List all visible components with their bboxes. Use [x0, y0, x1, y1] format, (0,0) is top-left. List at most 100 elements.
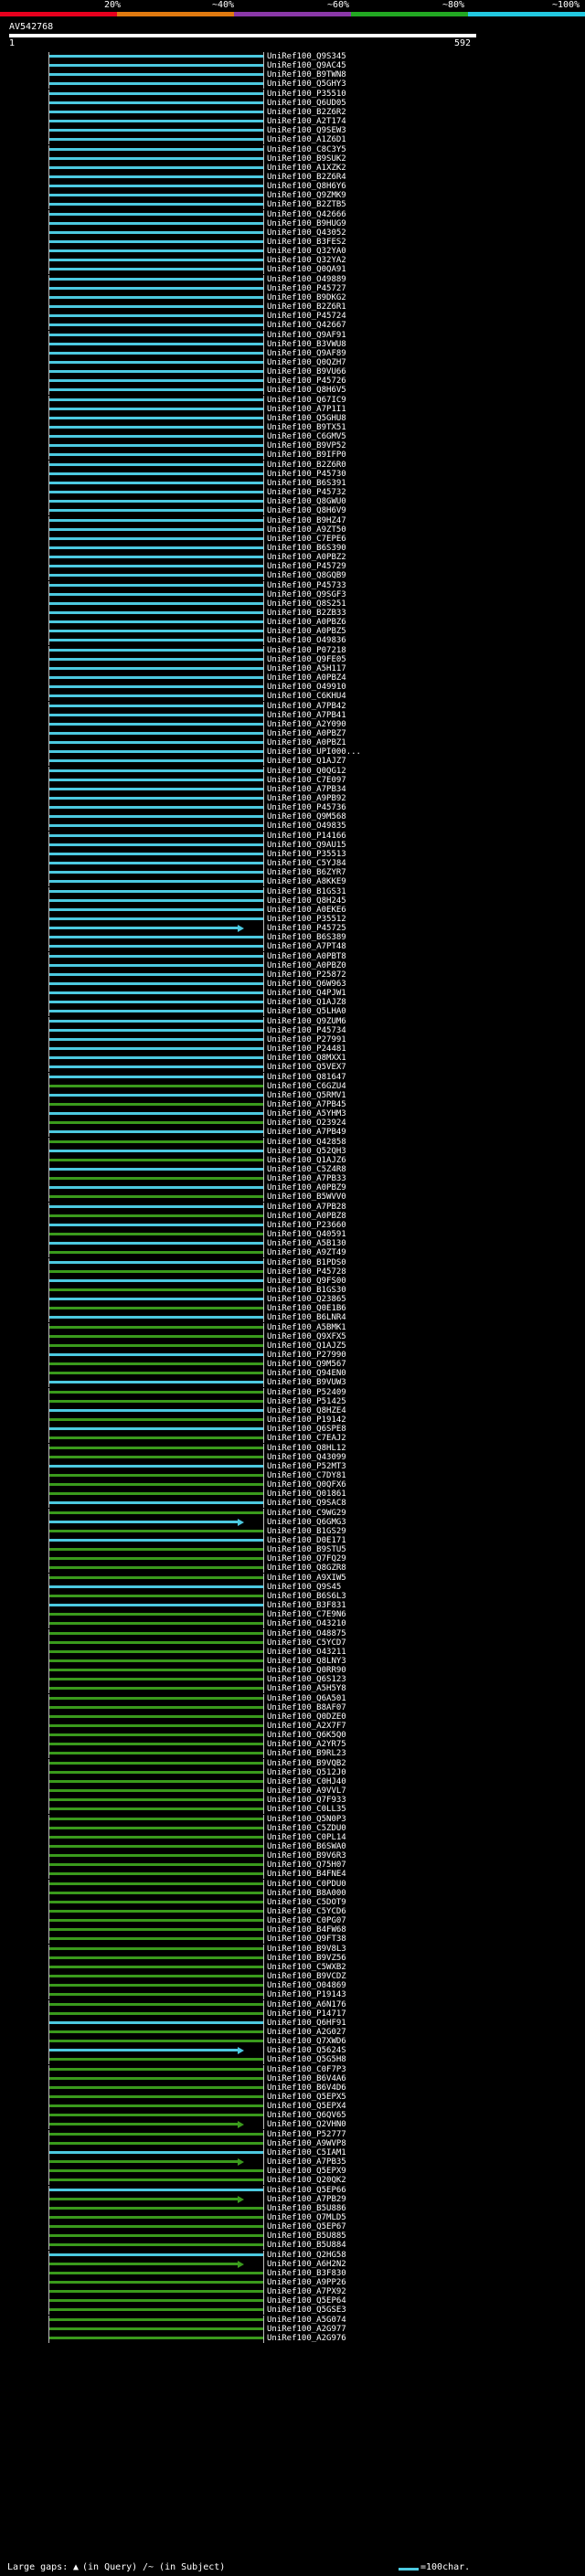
hit-alignment-bar[interactable]: [49, 2225, 263, 2229]
hit-row[interactable]: UniRef100_O49836: [0, 636, 585, 646]
hit-row[interactable]: UniRef100_Q5EPX9: [0, 2167, 585, 2177]
hit-row[interactable]: UniRef100_B6LNR4: [0, 1313, 585, 1323]
hit-alignment-bar[interactable]: [49, 1214, 263, 1217]
hit-alignment-bar[interactable]: [49, 1984, 263, 1988]
hit-row[interactable]: UniRef100_P24481: [0, 1044, 585, 1055]
hit-label-link[interactable]: UniRef100_P52409: [267, 1388, 346, 1397]
hit-alignment-bar[interactable]: [49, 1594, 263, 1597]
hit-row[interactable]: UniRef100_C7E9N6: [0, 1610, 585, 1620]
hit-label-link[interactable]: UniRef100_C5ZDU0: [267, 1824, 346, 1833]
hit-alignment-bar[interactable]: [49, 556, 263, 559]
hit-row[interactable]: UniRef100_Q20QK2: [0, 2176, 585, 2186]
hit-label-link[interactable]: UniRef100_A6N176: [267, 2000, 346, 2009]
hit-label-link[interactable]: UniRef100_Q6GMG3: [267, 1518, 346, 1527]
hit-alignment-bar[interactable]: [49, 1307, 263, 1310]
hit-label-link[interactable]: UniRef100_B6LNR4: [267, 1313, 346, 1322]
hit-label-link[interactable]: UniRef100_Q8H6V5: [267, 386, 346, 395]
hit-label-link[interactable]: UniRef100_Q7MLD5: [267, 2213, 346, 2222]
hit-alignment-bar[interactable]: [49, 1343, 263, 1347]
hit-alignment-bar[interactable]: [49, 1298, 263, 1301]
hit-alignment-bar[interactable]: [49, 1325, 263, 1329]
hit-label-link[interactable]: UniRef100_C7DY81: [267, 1471, 346, 1480]
hit-label-link[interactable]: UniRef100_B6ZYR7: [267, 868, 346, 877]
hit-alignment-bar[interactable]: [49, 82, 263, 86]
hit-label-link[interactable]: UniRef100_B3F831: [267, 1601, 346, 1610]
hit-alignment-bar[interactable]: [49, 444, 263, 448]
hit-label-link[interactable]: UniRef100_C5YJ84: [267, 859, 346, 868]
hit-alignment-bar[interactable]: [49, 1278, 263, 1282]
hit-label-link[interactable]: UniRef100_Q5EPX5: [267, 2093, 346, 2102]
hit-alignment-bar[interactable]: [49, 1381, 263, 1384]
hit-label-link[interactable]: UniRef100_O23924: [267, 1118, 346, 1128]
hit-label-link[interactable]: UniRef100_B8AF07: [267, 1703, 346, 1712]
hit-row[interactable]: UniRef100_Q5RMV1: [0, 1090, 585, 1100]
hit-alignment-bar[interactable]: [49, 1065, 263, 1069]
hit-label-link[interactable]: UniRef100_B9V6R3: [267, 1851, 346, 1860]
hit-label-link[interactable]: UniRef100_Q7XWD6: [267, 2037, 346, 2046]
hit-row[interactable]: UniRef100_A5B130: [0, 1239, 585, 1249]
hit-label-link[interactable]: UniRef100_C9WG29: [267, 1509, 346, 1518]
hit-row[interactable]: UniRef100_A9PP26: [0, 2278, 585, 2287]
hit-alignment-bar[interactable]: [49, 1965, 263, 1968]
hit-alignment-bar[interactable]: [49, 963, 263, 967]
hit-label-link[interactable]: UniRef100_Q6UD05: [267, 99, 346, 108]
hit-alignment-bar[interactable]: [49, 1640, 263, 1644]
hit-label-link[interactable]: UniRef100_A2T174: [267, 117, 346, 126]
hit-alignment-bar[interactable]: [49, 2104, 263, 2108]
hit-row[interactable]: UniRef100_A7PB41: [0, 710, 585, 720]
hit-alignment-bar[interactable]: [49, 398, 263, 401]
hit-row[interactable]: UniRef100_Q6S123: [0, 1675, 585, 1685]
hit-alignment-bar[interactable]: [49, 2299, 263, 2303]
hit-row[interactable]: UniRef100_Q4PJW1: [0, 989, 585, 999]
hit-label-link[interactable]: UniRef100_Q6HF91: [267, 2019, 346, 2028]
hit-label-link[interactable]: UniRef100_P25872: [267, 970, 346, 980]
hit-row[interactable]: UniRef100_A9ZT50: [0, 525, 585, 535]
hit-row[interactable]: UniRef100_B3FES2: [0, 238, 585, 247]
hit-label-link[interactable]: UniRef100_C0F7P3: [267, 2065, 346, 2074]
hit-row[interactable]: UniRef100_P45730: [0, 469, 585, 479]
hit-label-link[interactable]: UniRef100_Q7F933: [267, 1796, 346, 1805]
hit-label-link[interactable]: UniRef100_Q512J0: [267, 1768, 346, 1777]
hit-alignment-bar[interactable]: [49, 750, 263, 754]
hit-alignment-bar[interactable]: [49, 759, 263, 763]
hit-row[interactable]: UniRef100_Q9FE05: [0, 654, 585, 664]
hit-row[interactable]: UniRef100_Q5N0P3: [0, 1814, 585, 1824]
hit-label-link[interactable]: UniRef100_Q5G5H8: [267, 2055, 346, 2064]
hit-row[interactable]: UniRef100_Q0QG12: [0, 766, 585, 776]
hit-alignment-bar[interactable]: [49, 1492, 263, 1496]
hit-alignment-bar[interactable]: [49, 1418, 263, 1422]
hit-label-link[interactable]: UniRef100_Q8GQB9: [267, 571, 346, 580]
hit-alignment-bar[interactable]: [49, 1696, 263, 1700]
hit-row[interactable]: UniRef100_Q6QV65: [0, 2111, 585, 2121]
hit-row[interactable]: UniRef100_Q6UD05: [0, 98, 585, 108]
hit-alignment-bar[interactable]: [49, 1010, 263, 1013]
hit-alignment-bar[interactable]: [49, 1798, 263, 1802]
hit-row[interactable]: UniRef100_P19143: [0, 1990, 585, 2000]
hit-alignment-bar[interactable]: [49, 1427, 263, 1431]
hit-alignment-bar[interactable]: [49, 342, 263, 345]
hit-label-link[interactable]: UniRef100_P45733: [267, 581, 346, 590]
hit-row[interactable]: UniRef100_C0PL14: [0, 1832, 585, 1842]
hit-alignment-bar[interactable]: [49, 2058, 263, 2062]
hit-row[interactable]: UniRef100_C5YCD7: [0, 1638, 585, 1648]
hit-alignment-bar[interactable]: [49, 2253, 263, 2256]
hit-row[interactable]: UniRef100_P51425: [0, 1396, 585, 1406]
hit-label-link[interactable]: UniRef100_Q9AU15: [267, 841, 346, 850]
hit-row[interactable]: UniRef100_Q9SAC8: [0, 1499, 585, 1509]
hit-alignment-bar[interactable]: [49, 815, 263, 819]
hit-row[interactable]: UniRef100_P45733: [0, 580, 585, 590]
hit-label-link[interactable]: UniRef100_B2Z6R1: [267, 302, 346, 312]
hit-label-link[interactable]: UniRef100_P27990: [267, 1351, 346, 1360]
hit-label-link[interactable]: UniRef100_C5Z4R8: [267, 1165, 346, 1174]
hit-row[interactable]: UniRef100_B4FNE4: [0, 1870, 585, 1880]
hit-label-link[interactable]: UniRef100_Q8LNY3: [267, 1657, 346, 1666]
hit-row[interactable]: UniRef100_A9VVL7: [0, 1786, 585, 1797]
hit-label-link[interactable]: UniRef100_A7PT48: [267, 942, 346, 951]
hit-alignment-bar[interactable]: [49, 1529, 263, 1532]
hit-alignment-bar[interactable]: [49, 156, 263, 160]
hit-row[interactable]: UniRef100_Q5G5H8: [0, 2055, 585, 2065]
hit-label-link[interactable]: UniRef100_O48875: [267, 1629, 346, 1638]
hit-alignment-bar[interactable]: [49, 333, 263, 336]
hit-label-link[interactable]: UniRef100_A2G976: [267, 2334, 346, 2343]
hit-label-link[interactable]: UniRef100_A2G977: [267, 2325, 346, 2334]
